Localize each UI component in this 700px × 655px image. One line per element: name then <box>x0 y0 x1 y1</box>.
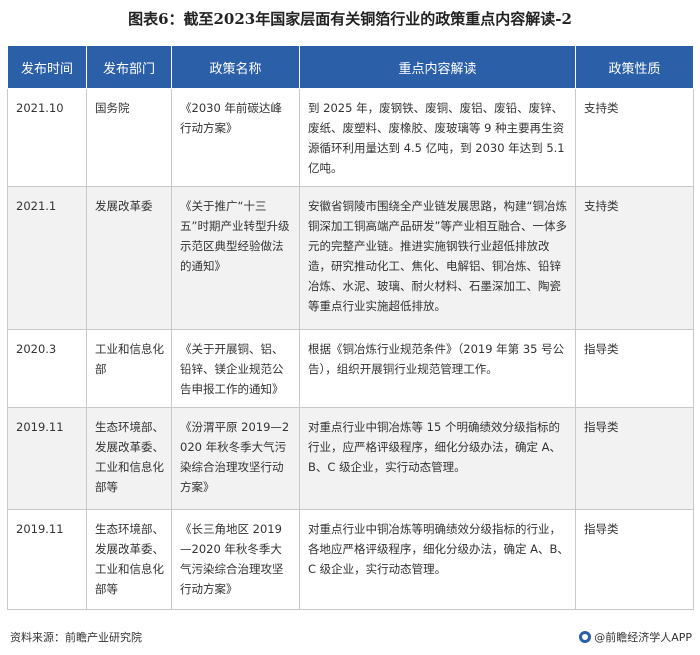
source-note: 资料来源：前瞻产业研究院 <box>10 631 142 644</box>
cell-name: 《关于开展铜、铝、铅锌、镁企业规范公告申报工作的通知》 <box>171 329 300 408</box>
table-row: 2021.10 国务院 《2030 年前碳达峰行动方案》 到 2025 年，废钢… <box>7 88 694 187</box>
cell-name: 《2030 年前碳达峰行动方案》 <box>171 88 300 187</box>
table-row: 2019.11 生态环境部、发展改革委、工业和信息化部等 《汾渭平原 2019—… <box>7 407 694 510</box>
cell-nature: 指导类 <box>575 329 694 408</box>
cell-dept: 生态环境部、发展改革委、工业和信息化部等 <box>86 407 172 510</box>
cell-content: 对重点行业中铜冶炼等 15 个明确绩效分级指标的行业，应严格评级程序，细化分级办… <box>299 407 576 510</box>
cell-name: 《长三角地区 2019—2020 年秋冬季大气污染综合治理攻坚行动方案》 <box>171 509 300 610</box>
cell-dept: 国务院 <box>86 88 172 187</box>
cell-dept: 生态环境部、发展改革委、工业和信息化部等 <box>86 509 172 610</box>
header-time: 发布时间 <box>7 45 87 89</box>
brand-credit: @前瞻经济学人APP <box>579 629 692 645</box>
table-row: 2021.1 发展改革委 《关于推广“十三五”时期产业转型升级示范区典型经验做法… <box>7 186 694 330</box>
cell-content: 根据《铜冶炼行业规范条件》（2019 年第 35 号公告），组织开展铜行业规范管… <box>299 329 576 408</box>
cell-name: 《汾渭平原 2019—2020 年秋冬季大气污染综合治理攻坚行动方案》 <box>171 407 300 510</box>
chart-title: 图表6：截至2023年国家层面有关铜箔行业的政策重点内容解读-2 <box>128 10 572 28</box>
cell-time: 2020.3 <box>7 329 87 408</box>
table-header-row: 发布时间 发布部门 政策名称 重点内容解读 政策性质 <box>7 45 694 89</box>
table-row: 2020.3 工业和信息化部 《关于开展铜、铝、铅锌、镁企业规范公告申报工作的通… <box>7 329 694 408</box>
cell-time: 2021.10 <box>7 88 87 187</box>
cell-time: 2021.1 <box>7 186 87 330</box>
header-name: 政策名称 <box>171 45 300 89</box>
cell-nature: 指导类 <box>575 407 694 510</box>
cell-dept: 工业和信息化部 <box>86 329 172 408</box>
cell-content: 安徽省铜陵市围绕全产业链发展思路，构建“铜冶炼铜深加工铜高端产品研发”等产业相互… <box>299 186 576 330</box>
table-row: 2019.11 生态环境部、发展改革委、工业和信息化部等 《长三角地区 2019… <box>7 509 694 610</box>
policy-table: 发布时间 发布部门 政策名称 重点内容解读 政策性质 2021.10 国务院 《… <box>7 45 694 610</box>
header-dept: 发布部门 <box>86 45 172 89</box>
brand-label: @前瞻经济学人APP <box>594 631 692 644</box>
cell-time: 2019.11 <box>7 509 87 610</box>
cell-time: 2019.11 <box>7 407 87 510</box>
cell-dept: 发展改革委 <box>86 186 172 330</box>
cell-content: 对重点行业中铜冶炼等明确绩效分级指标的行业，各地应严格评级程序，细化分级办法，确… <box>299 509 576 610</box>
policy-table-container: 发布时间 发布部门 政策名称 重点内容解读 政策性质 2021.10 国务院 《… <box>7 45 694 610</box>
brand-logo-icon <box>579 631 592 643</box>
cell-nature: 支持类 <box>575 88 694 187</box>
cell-nature: 支持类 <box>575 186 694 330</box>
cell-name: 《关于推广“十三五”时期产业转型升级示范区典型经验做法的通知》 <box>171 186 300 330</box>
header-nature: 政策性质 <box>575 45 694 89</box>
cell-content: 到 2025 年，废钢铁、废铜、废铝、废铅、废锌、废纸、废塑料、废橡胶、废玻璃等… <box>299 88 576 187</box>
header-content: 重点内容解读 <box>299 45 576 89</box>
cell-nature: 指导类 <box>575 509 694 610</box>
